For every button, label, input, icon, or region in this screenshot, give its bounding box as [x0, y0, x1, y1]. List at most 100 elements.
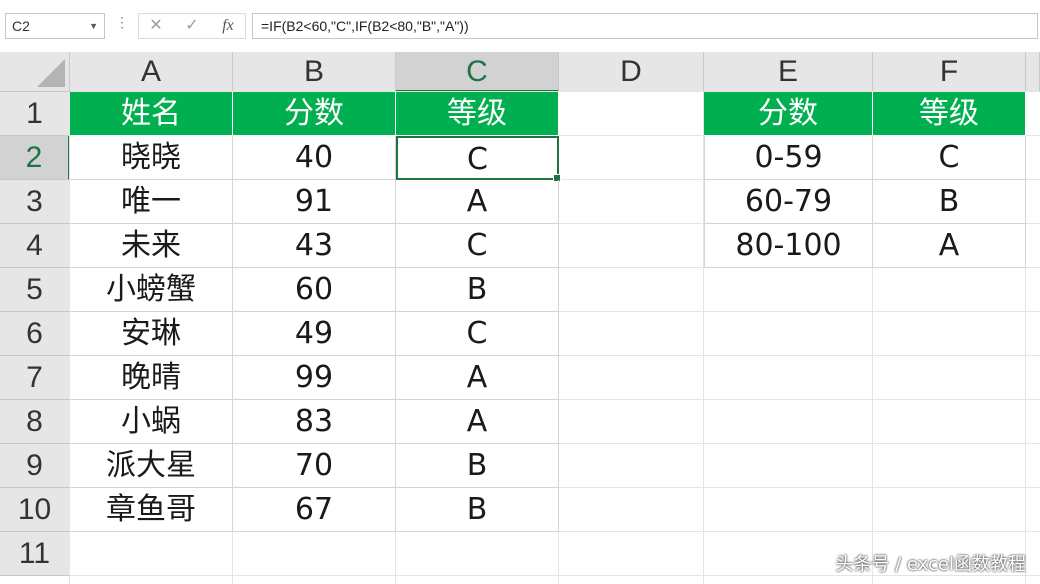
chevron-down-icon[interactable]: ▼: [89, 14, 98, 38]
table-cell[interactable]: 43: [233, 224, 396, 268]
row-header-11[interactable]: 11: [0, 532, 70, 576]
row-header-5[interactable]: 5: [0, 268, 70, 312]
column-header-e[interactable]: E: [704, 52, 873, 92]
cell-value: B: [466, 448, 488, 483]
table-cell[interactable]: B: [396, 268, 559, 312]
table-cell[interactable]: 安琳: [70, 312, 233, 356]
table-cell[interactable]: 99: [233, 356, 396, 400]
lookup-cell[interactable]: C: [873, 136, 1026, 180]
lookup-cell[interactable]: 60-79: [704, 180, 873, 224]
table-cell[interactable]: 章鱼哥: [70, 488, 233, 532]
column-header-d[interactable]: D: [559, 52, 704, 92]
lookup-cell[interactable]: 0-59: [704, 136, 873, 180]
cell-value: 60: [294, 272, 334, 307]
cell-value: 60-79: [744, 184, 833, 219]
insert-function-icon[interactable]: fx: [210, 13, 246, 39]
table-cell[interactable]: 小蜗: [70, 400, 233, 444]
cell-value: 安琳: [121, 316, 181, 351]
cell-value: 分数: [284, 96, 344, 131]
cell-value: 姓名: [121, 96, 181, 131]
table-cell[interactable]: A: [396, 180, 559, 224]
table-cell[interactable]: 唯一: [70, 180, 233, 224]
column-header-c[interactable]: C: [396, 52, 559, 92]
lookup-cell[interactable]: B: [873, 180, 1026, 224]
table-header-cell[interactable]: 等级: [396, 92, 559, 136]
column-header-b[interactable]: B: [233, 52, 396, 92]
cell-value: 70: [294, 448, 334, 483]
select-all-icon: [37, 59, 65, 87]
table-cell[interactable]: B: [396, 444, 559, 488]
cell-value: 小螃蟹: [106, 272, 196, 307]
cell-value: 83: [294, 404, 334, 439]
cell-value: C: [466, 228, 488, 263]
cancel-icon[interactable]: ✕: [138, 13, 174, 39]
cell-value: 晓晓: [121, 140, 181, 175]
formula-input[interactable]: =IF(B2<60,"C",IF(B2<80,"B","A")): [252, 13, 1038, 39]
cell-value: 派大星: [106, 448, 196, 483]
table-cell[interactable]: 70: [233, 444, 396, 488]
cell-value: 67: [294, 492, 334, 527]
lookup-cell[interactable]: 80-100: [704, 224, 873, 268]
cell-value: 0-59: [754, 140, 823, 175]
cell-value: 分数: [758, 96, 818, 131]
row-header-10[interactable]: 10: [0, 488, 70, 532]
row-header-2[interactable]: 2: [0, 136, 70, 180]
table-cell[interactable]: 67: [233, 488, 396, 532]
table-cell[interactable]: 晓晓: [70, 136, 233, 180]
row-header-7[interactable]: 7: [0, 356, 70, 400]
cell-value: 章鱼哥: [106, 492, 196, 527]
row-header-3[interactable]: 3: [0, 180, 70, 224]
column-header-filler: [1026, 52, 1040, 92]
row-header-1[interactable]: 1: [0, 92, 70, 136]
formula-bar: C2 ▼ ⋮ ✕ ✓ fx =IF(B2<60,"C",IF(B2<80,"B"…: [0, 0, 1040, 53]
name-box[interactable]: C2 ▼: [5, 13, 105, 39]
more-options-icon: ⋮: [115, 14, 129, 30]
table-cell[interactable]: C: [396, 224, 559, 268]
table-cell[interactable]: 晚晴: [70, 356, 233, 400]
cell-value: C: [467, 142, 488, 177]
lookup-header-cell[interactable]: 等级: [873, 92, 1026, 136]
row-header-9[interactable]: 9: [0, 444, 70, 488]
table-header-cell[interactable]: 分数: [233, 92, 396, 136]
cell-value: A: [466, 184, 488, 219]
table-cell[interactable]: A: [396, 356, 559, 400]
table-cell[interactable]: 91: [233, 180, 396, 224]
cell-value: 小蜗: [121, 404, 181, 439]
cell-value: 晚晴: [121, 360, 181, 395]
cell-value: A: [466, 360, 488, 395]
row-header-6[interactable]: 6: [0, 312, 70, 356]
cell-value: B: [938, 184, 960, 219]
lookup-header-cell[interactable]: 分数: [704, 92, 873, 136]
cell-value: 等级: [447, 96, 507, 131]
cell-value: C: [938, 140, 960, 175]
lookup-cell[interactable]: A: [873, 224, 1026, 268]
row-header-8[interactable]: 8: [0, 400, 70, 444]
column-header-a[interactable]: A: [70, 52, 233, 92]
cell-value: 49: [294, 316, 334, 351]
row-header-4[interactable]: 4: [0, 224, 70, 268]
cell-value: C: [466, 316, 488, 351]
table-cell[interactable]: 小螃蟹: [70, 268, 233, 312]
table-cell[interactable]: A: [396, 400, 559, 444]
table-cell[interactable]: 60: [233, 268, 396, 312]
table-cell[interactable]: 83: [233, 400, 396, 444]
table-cell[interactable]: 未来: [70, 224, 233, 268]
cell-value: 40: [294, 140, 334, 175]
cell-value: A: [938, 228, 960, 263]
table-cell[interactable]: 49: [233, 312, 396, 356]
enter-icon[interactable]: ✓: [174, 13, 210, 39]
cell-value: 43: [294, 228, 334, 263]
table-cell[interactable]: 40: [233, 136, 396, 180]
column-header-f[interactable]: F: [873, 52, 1026, 92]
watermark: 头条号 / excel函数教程: [835, 554, 1026, 575]
table-cell[interactable]: 派大星: [70, 444, 233, 488]
cell-value: 80-100: [735, 228, 842, 263]
select-all-button[interactable]: [0, 52, 70, 92]
table-cell[interactable]: C: [396, 312, 559, 356]
active-cell[interactable]: C: [396, 136, 561, 182]
cell-value: A: [466, 404, 488, 439]
table-header-cell[interactable]: 姓名: [70, 92, 233, 136]
table-cell[interactable]: B: [396, 488, 559, 532]
cell-value: 等级: [919, 96, 979, 131]
cell-value: 99: [294, 360, 334, 395]
